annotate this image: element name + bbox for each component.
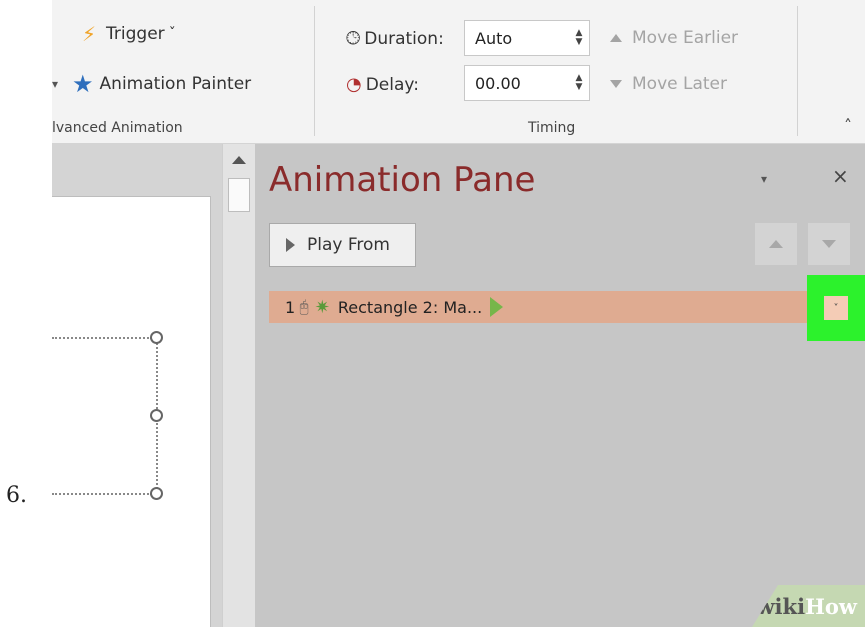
play-icon [286, 238, 295, 252]
arrow-up-icon [232, 156, 246, 164]
animation-painter-button[interactable]: ▾ ★ Animation Painter [52, 70, 251, 98]
painter-icon: ★ [72, 70, 94, 98]
selection-border-top [52, 337, 152, 339]
pane-title: Animation Pane [269, 160, 536, 200]
chevron-down-icon: ˅ [833, 302, 839, 314]
duration-label: Duration: [364, 28, 444, 49]
resize-handle-bottom-right[interactable] [150, 487, 163, 500]
delay-label-group: ◔ Delay: [346, 74, 419, 95]
chevron-down-icon: ▾ [52, 77, 59, 91]
duration-value: Auto [475, 28, 513, 48]
move-later-label: Move Later [632, 74, 727, 94]
slide-canvas[interactable] [52, 196, 211, 627]
collapse-ribbon-icon[interactable]: ˄ [844, 116, 852, 135]
move-down-button[interactable] [808, 223, 850, 265]
play-from-button[interactable]: Play From [269, 223, 416, 267]
animation-pane: Animation Pane ▾ × Play From 1 🖰︎ ✷ Rect… [255, 144, 865, 627]
close-icon[interactable]: × [832, 164, 849, 188]
clock-icon: ◔ [346, 74, 362, 95]
arrow-down-icon [610, 80, 622, 88]
arrow-up-icon [610, 34, 622, 42]
timeline-marker-icon [490, 297, 504, 317]
duration-label-group: 🕒︎ Duration: [346, 28, 444, 49]
watermark-text-wiki: wiki [756, 593, 806, 619]
animation-order-number: 1 [285, 297, 296, 317]
animation-painter-label: Animation Painter [99, 74, 252, 94]
trigger-label: Trigger [106, 24, 165, 44]
play-from-label: Play From [307, 235, 390, 255]
duration-spinner[interactable]: Auto ▲ ▼ [464, 20, 590, 56]
spinner-arrows-icon[interactable]: ▲ ▼ [569, 74, 589, 92]
animation-list-item[interactable]: 1 🖰︎ ✷ Rectangle 2: Ma... [269, 291, 865, 323]
delay-label: Delay: [365, 74, 419, 95]
arrow-down-icon [822, 240, 836, 248]
screenshot: ⚡ Trigger ˇ ▾ ★ Animation Painter lvance… [52, 0, 865, 627]
resize-handle-right[interactable] [150, 409, 163, 422]
group-separator [314, 6, 315, 136]
move-earlier-button[interactable]: Move Earlier [610, 28, 738, 48]
animation-item-label: Rectangle 2: Ma... [337, 297, 483, 317]
scroll-up-button[interactable] [227, 148, 251, 172]
resize-handle-top-right[interactable] [150, 331, 163, 344]
vertical-scrollbar[interactable] [222, 144, 256, 627]
spinner-arrows-icon[interactable]: ▲ ▼ [569, 29, 589, 47]
delay-value: 00.00 [475, 73, 521, 93]
move-earlier-label: Move Earlier [632, 28, 739, 48]
wikihow-watermark: wiki How [752, 585, 865, 627]
delay-spinner[interactable]: 00.00 ▲ ▼ [464, 65, 590, 101]
group-label-advanced-animation: lvanced Animation [52, 120, 183, 136]
ribbon: ⚡ Trigger ˇ ▾ ★ Animation Painter lvance… [52, 0, 865, 144]
group-label-timing: Timing [528, 120, 576, 136]
entrance-effect-icon: ✷ [314, 296, 330, 318]
chevron-down-icon: ˇ [168, 26, 176, 42]
arrow-up-icon [769, 240, 783, 248]
scroll-thumb[interactable] [228, 178, 250, 212]
move-later-button[interactable]: Move Later [610, 74, 727, 94]
step-number: 6. [6, 483, 27, 508]
slide-editing-area [52, 144, 222, 627]
mouse-click-icon: 🖰︎ [299, 297, 309, 316]
group-separator [797, 6, 798, 136]
pane-options-icon[interactable]: ▾ [761, 172, 767, 186]
lightning-icon: ⚡ [82, 22, 97, 46]
highlight-box: ˅ [807, 275, 865, 341]
trigger-button[interactable]: ⚡ Trigger ˇ [82, 22, 176, 46]
selection-border-bottom [52, 493, 152, 495]
move-up-button[interactable] [755, 223, 797, 265]
watermark-text-how: How [805, 593, 857, 619]
clock-icon: 🕒︎ [346, 28, 361, 49]
animation-item-dropdown-button[interactable]: ˅ [824, 296, 848, 320]
